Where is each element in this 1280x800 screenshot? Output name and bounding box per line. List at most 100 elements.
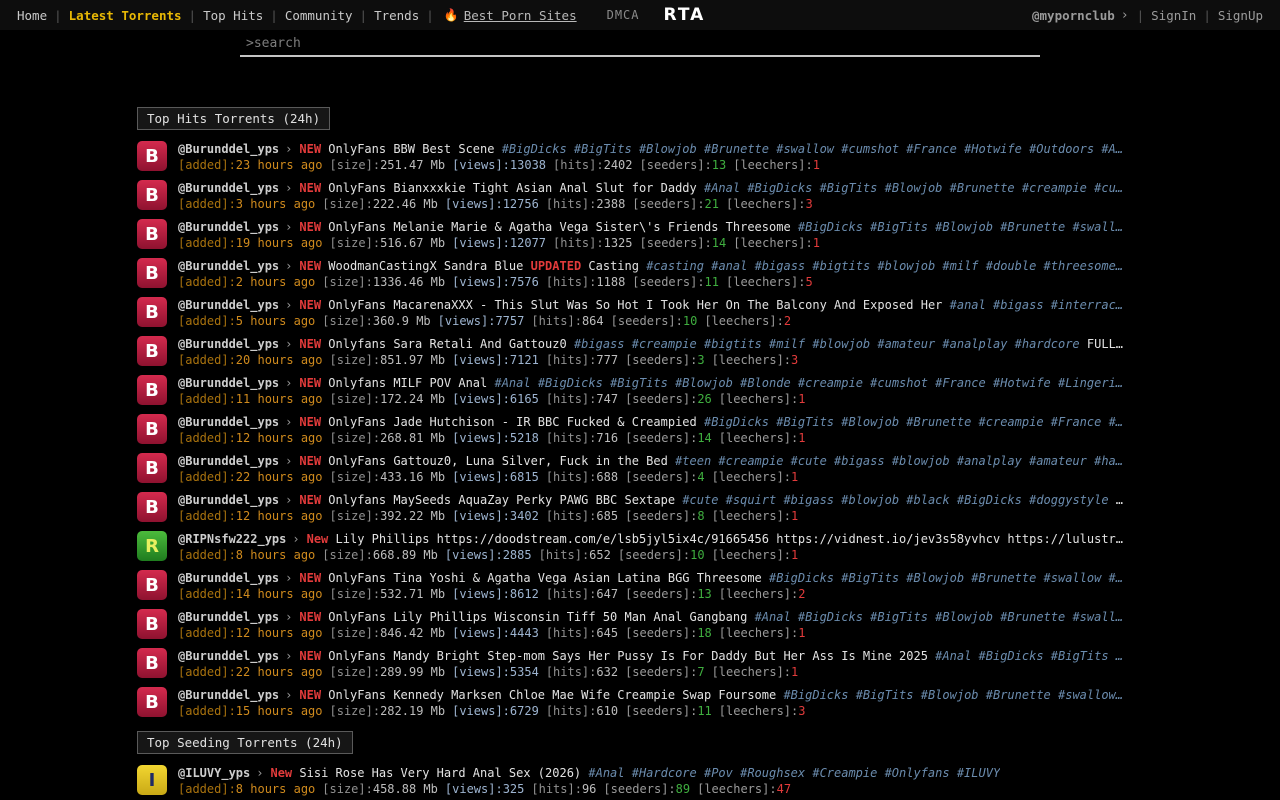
torrent-title[interactable]: OnlyFans Gattouz0, Luna Silver, Fuck in … bbox=[328, 454, 675, 468]
username-link[interactable]: @Burunddel_yps bbox=[178, 571, 279, 585]
best-porn-sites-link[interactable]: 🔥Best Porn Sites bbox=[444, 8, 577, 23]
torrent-row: B@Burunddel_yps›NEW OnlyFans Mandy Brigh… bbox=[137, 648, 1145, 680]
torrent-stats: [added]:11 hours ago[size]:172.24 Mb[vie… bbox=[178, 391, 1123, 407]
nav-item-trends[interactable]: Trends bbox=[367, 8, 426, 23]
username-link[interactable]: @Burunddel_yps bbox=[178, 181, 279, 195]
user-avatar[interactable]: R bbox=[137, 531, 167, 561]
user-avatar[interactable]: B bbox=[137, 141, 167, 171]
hashtags[interactable]: #cute #squirt #bigass #blowjob #black #B… bbox=[682, 493, 1115, 507]
stat-added: [added]:23 hours ago bbox=[178, 158, 323, 172]
username-link[interactable]: @Burunddel_yps bbox=[178, 376, 279, 390]
nav-item-home[interactable]: Home bbox=[10, 8, 54, 23]
user-avatar[interactable]: B bbox=[137, 297, 167, 327]
torrent-title[interactable]: … bbox=[1116, 493, 1123, 507]
stat-views: [views]:5354 bbox=[452, 665, 539, 679]
hashtags[interactable]: #BigDicks #BigTits #Blowjob #Brunette #c… bbox=[704, 415, 1123, 429]
stat-views-value: 3402 bbox=[510, 509, 539, 523]
new-badge: NEW bbox=[299, 610, 328, 624]
signin-link[interactable]: SignIn bbox=[1144, 8, 1203, 23]
torrent-title[interactable]: OnlyFans Lily Phillips Wisconsin Tiff 50… bbox=[328, 610, 754, 624]
torrent-title[interactable]: OnlyFans BBW Best Scene bbox=[328, 142, 501, 156]
hashtags[interactable]: #casting #anal #bigass #bigtits #blowjob… bbox=[646, 259, 1123, 273]
username-link[interactable]: @Burunddel_yps bbox=[178, 454, 279, 468]
stat-leechers-value: 1 bbox=[798, 392, 805, 406]
stat-seeders-label: [seeders]: bbox=[625, 470, 697, 484]
torrent-title[interactable]: OnlyFans Tina Yoshi & Agatha Vega Asian … bbox=[328, 571, 769, 585]
username-link[interactable]: @Burunddel_yps bbox=[178, 337, 279, 351]
torrent-title[interactable]: OnlyFans Kennedy Marksen Chloe Mae Wife … bbox=[328, 688, 783, 702]
nav-item-community[interactable]: Community bbox=[278, 8, 360, 23]
search-input[interactable] bbox=[240, 32, 1040, 57]
torrent-title[interactable]: Onlyfans Sara Retali And Gattouz0 bbox=[328, 337, 574, 351]
username-link[interactable]: @Burunddel_yps bbox=[178, 688, 279, 702]
user-avatar[interactable]: B bbox=[137, 453, 167, 483]
torrent-title[interactable]: WoodmanCastingX Sandra Blue bbox=[328, 259, 530, 273]
signup-link[interactable]: SignUp bbox=[1211, 8, 1270, 23]
torrent-title[interactable]: OnlyFans Bianxxxkie Tight Asian Anal Slu… bbox=[328, 181, 704, 195]
username-link[interactable]: @Burunddel_yps bbox=[178, 220, 279, 234]
stat-seeders-label: [seeders]: bbox=[625, 665, 697, 679]
user-avatar[interactable]: I bbox=[137, 765, 167, 795]
stat-hits-label: [hits]: bbox=[546, 431, 597, 445]
hashtags[interactable]: #bigass #creampie #bigtits #milf #blowjo… bbox=[574, 337, 1080, 351]
stat-size-label: [size]: bbox=[330, 236, 381, 250]
torrent-title[interactable]: Lily Phillips https://doodstream.com/e/l… bbox=[336, 532, 1123, 546]
stat-hits-label: [hits]: bbox=[546, 392, 597, 406]
nav-item-top-hits[interactable]: Top Hits bbox=[196, 8, 270, 23]
torrent-title[interactable]: FULL… bbox=[1080, 337, 1123, 351]
hashtags[interactable]: #BigDicks #BigTits #Blowjob #Brunette #s… bbox=[502, 142, 1123, 156]
username-link[interactable]: @Burunddel_yps bbox=[178, 298, 279, 312]
user-avatar[interactable]: B bbox=[137, 492, 167, 522]
torrent-title[interactable]: OnlyFans Jade Hutchison - IR BBC Fucked … bbox=[328, 415, 704, 429]
stat-views: [views]:7757 bbox=[438, 314, 525, 328]
username-link[interactable]: @ILUVY_yps bbox=[178, 766, 250, 780]
user-avatar[interactable]: B bbox=[137, 180, 167, 210]
hashtags[interactable]: #Anal #BigDicks #BigTits #Blowjob #Brune… bbox=[755, 610, 1123, 624]
hashtags[interactable]: #Anal #BigDicks #BigTits … bbox=[935, 649, 1123, 663]
torrent-title[interactable]: OnlyFans MacarenaXXX - This Slut Was So … bbox=[328, 298, 949, 312]
stat-added-label: [added]: bbox=[178, 587, 236, 601]
stat-added: [added]:20 hours ago bbox=[178, 353, 323, 367]
user-avatar[interactable]: B bbox=[137, 414, 167, 444]
chevron-right-icon: › bbox=[285, 337, 292, 351]
site-name-link[interactable]: @mypornclub bbox=[1032, 8, 1115, 23]
username-link[interactable]: @Burunddel_yps bbox=[178, 610, 279, 624]
username-link[interactable]: @Burunddel_yps bbox=[178, 142, 279, 156]
stat-hits: [hits]:1325 bbox=[553, 236, 632, 250]
hashtags[interactable]: #Anal #BigDicks #BigTits #Blowjob #Brune… bbox=[704, 181, 1123, 195]
torrent-title[interactable]: OnlyFans Mandy Bright Step-mom Says Her … bbox=[328, 649, 935, 663]
user-avatar[interactable]: B bbox=[137, 336, 167, 366]
username-link[interactable]: @Burunddel_yps bbox=[178, 415, 279, 429]
dmca-link[interactable]: DMCA bbox=[607, 8, 640, 22]
user-avatar[interactable]: B bbox=[137, 687, 167, 717]
hashtags[interactable]: #anal #bigass #interrac… bbox=[950, 298, 1123, 312]
hashtags[interactable]: #Anal #Hardcore #Pov #Roughsex #Creampie… bbox=[588, 766, 1000, 780]
stat-seeders-label: [seeders]: bbox=[603, 782, 675, 796]
torrent-text: @Burunddel_yps›NEW OnlyFans Kennedy Mark… bbox=[178, 687, 1123, 719]
torrent-title[interactable]: Sisi Rose Has Very Hard Anal Sex (2026) bbox=[299, 766, 588, 780]
user-avatar[interactable]: B bbox=[137, 570, 167, 600]
username-link[interactable]: @RIPNsfw222_yps bbox=[178, 532, 286, 546]
stat-size-label: [size]: bbox=[330, 470, 381, 484]
nav-item-latest-torrents[interactable]: Latest Torrents bbox=[62, 8, 189, 23]
top-nav-bar: Home|Latest Torrents|Top Hits|Community|… bbox=[0, 0, 1280, 30]
torrent-title[interactable]: Onlyfans MILF POV Anal bbox=[328, 376, 494, 390]
torrent-title[interactable]: OnlyFans Melanie Marie & Agatha Vega Sis… bbox=[328, 220, 798, 234]
user-avatar[interactable]: B bbox=[137, 219, 167, 249]
stat-seeders-label: [seeders]: bbox=[625, 587, 697, 601]
torrent-line1: @Burunddel_yps›NEW OnlyFans Lily Phillip… bbox=[178, 609, 1123, 625]
torrent-title[interactable]: Onlyfans MaySeeds AquaZay Perky PAWG BBC… bbox=[328, 493, 682, 507]
username-link[interactable]: @Burunddel_yps bbox=[178, 493, 279, 507]
hashtags[interactable]: #Anal #BigDicks #BigTits #Blowjob #Blond… bbox=[494, 376, 1123, 390]
user-avatar[interactable]: B bbox=[137, 609, 167, 639]
username-link[interactable]: @Burunddel_yps bbox=[178, 649, 279, 663]
username-link[interactable]: @Burunddel_yps bbox=[178, 259, 279, 273]
hashtags[interactable]: #teen #creampie #cute #bigass #blowjob #… bbox=[675, 454, 1123, 468]
user-avatar[interactable]: B bbox=[137, 258, 167, 288]
hashtags[interactable]: #BigDicks #BigTits #Blowjob #Brunette #s… bbox=[769, 571, 1123, 585]
user-avatar[interactable]: B bbox=[137, 375, 167, 405]
user-avatar[interactable]: B bbox=[137, 648, 167, 678]
torrent-title[interactable]: Casting bbox=[581, 259, 646, 273]
hashtags[interactable]: #BigDicks #BigTits #Blowjob #Brunette #s… bbox=[798, 220, 1123, 234]
hashtags[interactable]: #BigDicks #BigTits #Blowjob #Brunette #s… bbox=[783, 688, 1123, 702]
